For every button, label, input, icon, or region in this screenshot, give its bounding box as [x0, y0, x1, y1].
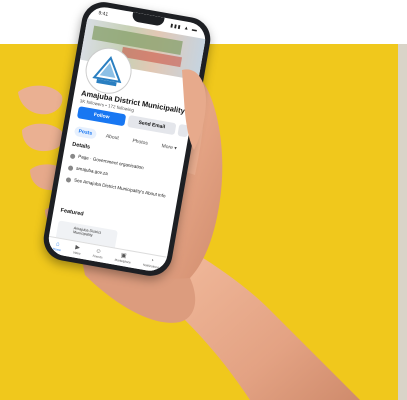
scene: 9:41 ▮▮▮ ▲ ▬ Amajuba District Municipali… — [0, 0, 407, 400]
thumb-overlay — [182, 69, 206, 150]
